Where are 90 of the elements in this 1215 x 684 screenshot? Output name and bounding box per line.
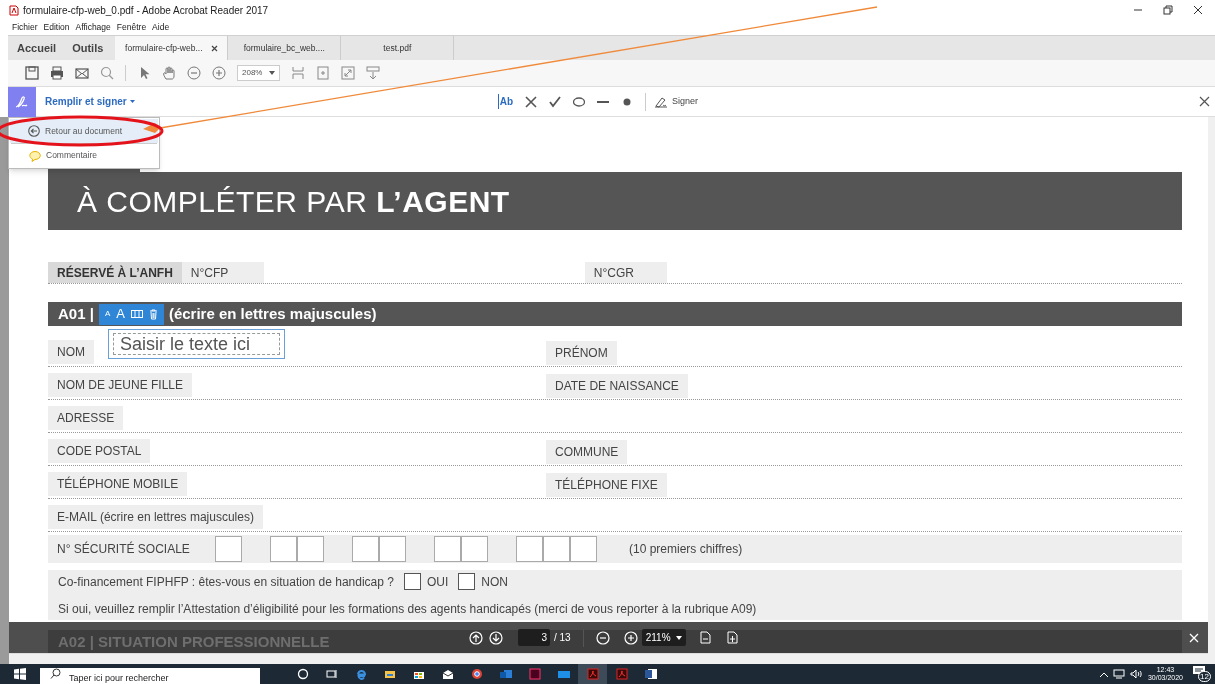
decrease-font-button[interactable]: A [104,308,111,320]
caret-icon [269,71,275,75]
pen-icon [14,94,30,109]
pdf-app-icon[interactable] [615,668,628,680]
print-icon[interactable] [50,66,64,80]
word-icon[interactable] [644,668,657,680]
sign-button[interactable]: Signer [654,94,699,109]
field-label: TÉLÉPHONE FIXE [546,473,667,497]
search-field[interactable]: Taper ici pour rechercher [40,668,260,684]
close-icon[interactable] [1193,5,1203,15]
spacing-icon[interactable] [130,310,143,318]
option-label: OUI [426,573,449,591]
banner-title: À COMPLÉTER PAR L’AGENT [77,183,510,220]
field-label: DATE DE NAISSANCE [546,374,688,398]
zoom-dropdown[interactable]: 208% [237,65,280,81]
next-page-icon[interactable] [489,630,503,645]
search-icon[interactable] [100,66,114,80]
checkbox[interactable] [458,573,476,590]
menu-item[interactable]: Edition [43,21,70,34]
indesign-icon[interactable] [528,668,541,680]
zoom-dropdown[interactable]: 211% [641,629,686,646]
search-icon [50,668,61,679]
pen-icon [654,95,669,108]
field-label: COMMUNE [546,440,628,464]
horizontal-scrollbar[interactable] [9,653,1208,664]
section-note: (écrire en lettres majuscules) [168,303,377,324]
menu-item[interactable]: Aide [152,21,170,34]
field-label: ADRESSE [48,406,124,430]
reserved-label: RÉSERVÉ À L’ANFH [48,262,182,283]
field-label: NOM DE JEUNE FILLE [48,373,193,397]
field-note: (10 premiers chiffres) [629,541,743,558]
page-count: / 13 [554,631,571,645]
chrome-icon[interactable] [470,668,483,680]
page-number-field[interactable]: 3 [518,629,550,646]
document-tab[interactable]: formulaire-cfp-web... [115,36,229,60]
field-label: NOM [48,340,94,364]
fill-sign-menu[interactable]: Remplir et signer [45,94,135,109]
field-label: N°CFP [181,262,264,283]
full-screen-icon[interactable] [341,66,355,80]
question-text: Co-financement FIPHFP : êtes-vous en situation de handicap ? [58,573,394,591]
menu-item[interactable]: Affichage [75,21,111,34]
network-icon[interactable] [1112,669,1125,679]
field-label: TÉLÉPHONE MOBILE [48,472,188,496]
screen-icon[interactable] [557,668,570,680]
outlook-icon[interactable] [499,668,512,680]
close-icon[interactable] [1199,96,1210,107]
field-label: E-MAIL (écrire en lettres majuscules) [48,505,263,529]
previous-page-icon[interactable] [469,630,483,645]
notification-center[interactable]: 12 [1193,666,1211,682]
cross-icon[interactable] [525,95,538,108]
nav-tab[interactable]: Accueil [8,36,65,60]
fit-width-icon[interactable] [699,631,711,644]
cortana-icon[interactable] [296,668,309,680]
checkbox[interactable] [403,573,421,590]
add-text-tool[interactable]: Ab [497,94,514,109]
nav-tab[interactable]: Outils [64,36,116,60]
hand-icon[interactable] [162,66,176,80]
field-label: CODE POSTAL [48,439,151,463]
pdf-file-icon [9,4,19,16]
task-view-icon[interactable] [325,668,338,680]
note-text: Si oui, veuillez remplir l’Attestation d’éligibilité pour les formations des agents handicapés (merci de vous reporter à la rubrique A09) [58,600,758,618]
field-label: PRÉNOM [546,341,617,365]
read-mode-icon[interactable] [366,66,380,80]
pdf-app-icon[interactable] [586,668,599,680]
save-icon[interactable] [25,66,39,80]
chevron-up-icon[interactable] [1099,671,1108,677]
increase-font-button[interactable]: A [116,304,125,324]
field-label: N°CGR [584,262,667,283]
notification-count: 12 [1198,671,1211,682]
back-arrow-icon [28,125,40,137]
section-code: A01 | [58,303,94,324]
windows-start-icon[interactable] [14,668,26,680]
browser-icon[interactable] [354,668,367,680]
folder-icon[interactable] [383,668,396,680]
field-label: N° SÉCURITÉ SOCIALE [56,540,191,558]
menu-item[interactable]: Fichier [12,21,38,34]
menu-item[interactable]: Fenêtre [116,21,147,34]
restore-icon[interactable] [1163,5,1173,15]
window-title: formulaire-cfp-web_0.pdf - Adobe Acrobat Reader 2017 [23,3,269,18]
volume-icon[interactable] [1129,669,1142,679]
speech-bubble-icon [29,149,41,162]
caret-icon [129,100,135,103]
close-icon[interactable] [210,44,218,52]
trash-icon[interactable] [148,308,158,320]
caret-icon [675,635,682,640]
option-label: NON [481,573,508,591]
checkmark-icon[interactable] [549,95,562,108]
text-input[interactable]: Saisir le texte ici [108,329,285,359]
mail-icon[interactable] [441,668,454,680]
vertical-scrollbar[interactable] [1208,117,1215,664]
